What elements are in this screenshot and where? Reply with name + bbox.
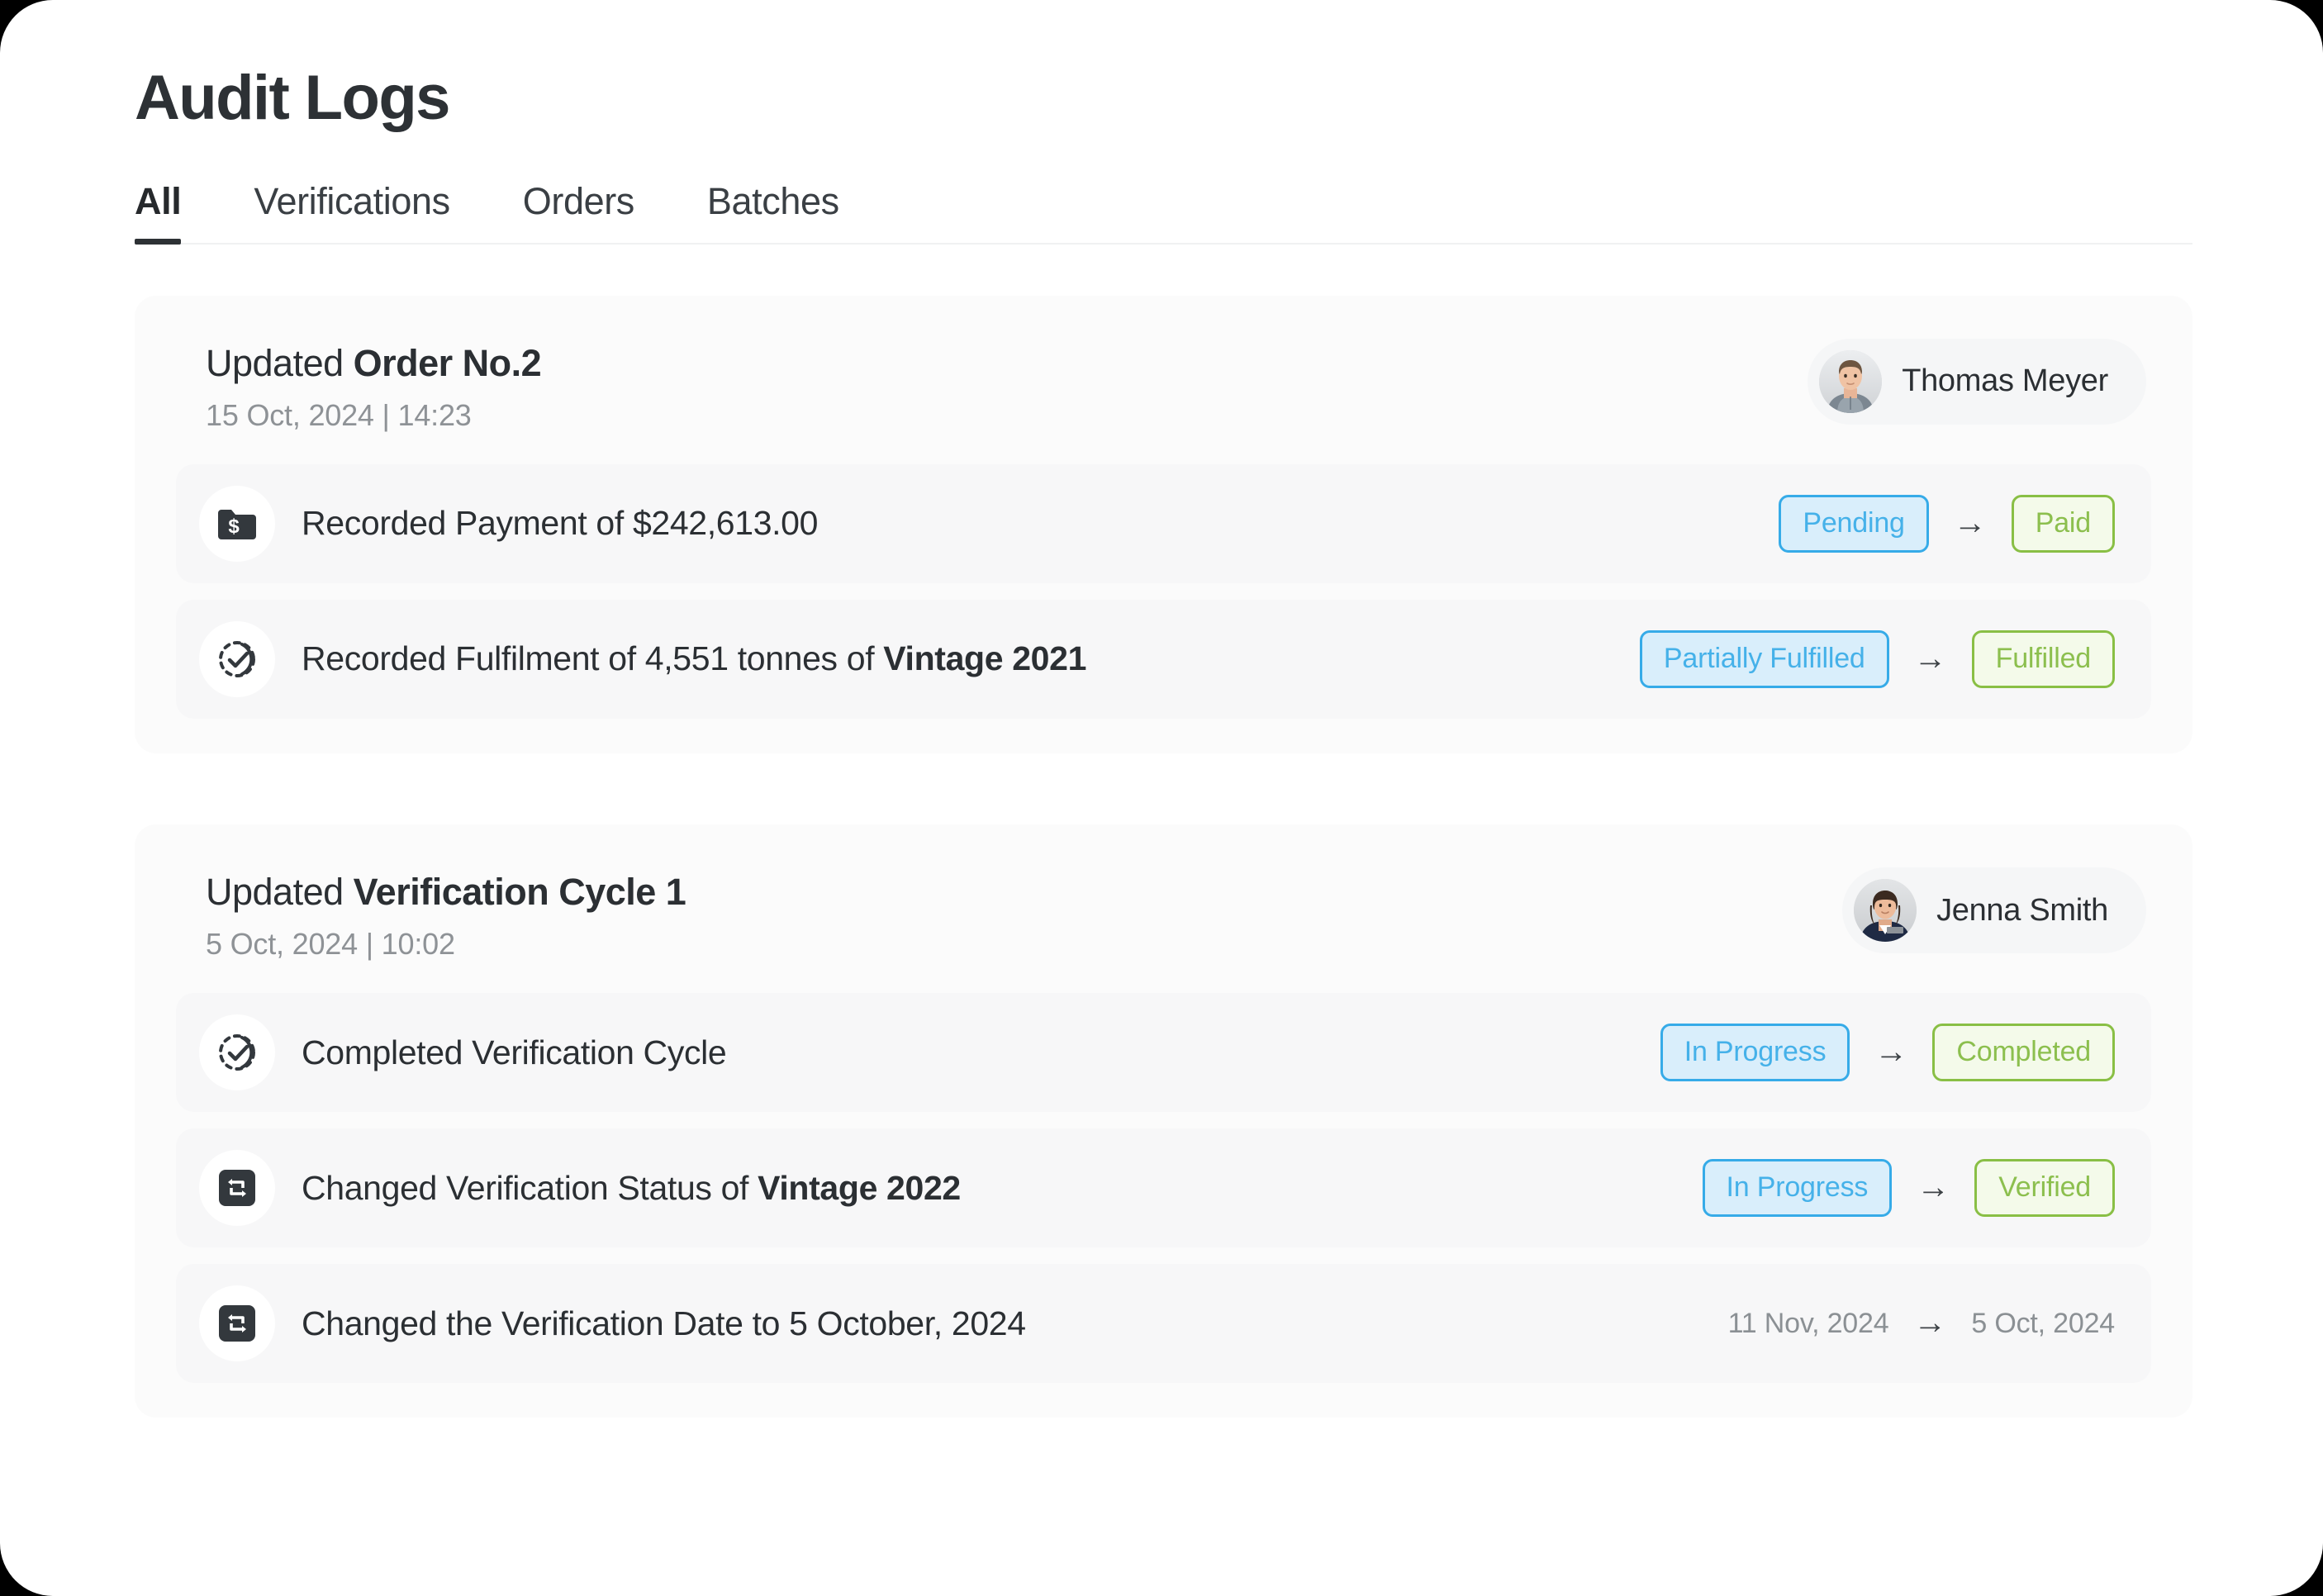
tab-bar: All Verifications Orders Batches [135,180,2192,245]
status-transition: Pending → Paid [1779,495,2115,553]
svg-text:$: $ [228,515,240,538]
tab-list: All Verifications Orders Batches [135,180,2192,245]
tab-orders[interactable]: Orders [523,180,635,245]
status-badge-from: In Progress [1660,1024,1850,1082]
status-transition: In Progress → Completed [1660,1024,2115,1082]
status-badge-to: Verified [1974,1159,2115,1218]
dashed-check-circle-icon [199,621,275,698]
card-header: Updated Verification Cycle 1 5 Oct, 2024… [176,867,2151,962]
date-value-from: 11 Nov, 2024 [1727,1307,1889,1339]
swap-arrows-icon [199,1285,275,1362]
status-badge-from: Partially Fulfilled [1639,630,1889,689]
activity-label-text: Recorded Fulfilment of 4,551 tonnes of [302,639,884,678]
card-title: Updated Verification Cycle 1 [206,869,686,915]
arrow-right-icon: → [1953,505,1987,542]
audit-log-list: Updated Order No.2 15 Oct, 2024 | 14:23 [135,295,2192,1418]
user-name: Thomas Meyer [1902,363,2108,399]
card-title-entity: Verification Cycle 1 [353,871,686,914]
status-badge-from: Pending [1779,495,1929,553]
activity-row-list: Completed Verification Cycle In Progress… [176,993,2151,1384]
activity-label: Recorded Payment of $242,613.00 [302,503,818,544]
audit-log-card: Updated Verification Cycle 1 5 Oct, 2024… [135,824,2192,1418]
card-title-prefix: Updated [206,871,354,914]
tab-all[interactable]: All [135,180,182,245]
activity-label: Changed the Verification Date to 5 Octob… [302,1304,1026,1344]
card-timestamp: 15 Oct, 2024 | 14:23 [206,398,472,433]
status-badge-from: In Progress [1702,1159,1893,1218]
app-window: Audit Logs All Verifications Orders Batc… [0,0,2323,1596]
tab-verifications[interactable]: Verifications [254,180,450,245]
card-header: Updated Order No.2 15 Oct, 2024 | 14:23 [176,338,2151,433]
card-title: Updated Order No.2 [206,340,542,387]
activity-row[interactable]: Recorded Fulfilment of 4,551 tonnes of V… [176,600,2151,720]
user-name: Jenna Smith [1936,892,2108,928]
dashed-check-circle-icon [199,1014,275,1091]
activity-label: Recorded Fulfilment of 4,551 tonnes of V… [302,639,1086,679]
user-chip[interactable]: Jenna Smith [1842,867,2146,954]
activity-label-text: Changed the Verification Date to 5 Octob… [302,1304,1026,1342]
date-value-to: 5 Oct, 2024 [1971,1307,2115,1339]
arrow-right-icon: → [1917,1169,1950,1206]
arrow-right-icon: → [1913,640,1947,677]
arrow-right-icon: → [1874,1033,1908,1071]
activity-row[interactable]: Changed the Verification Date to 5 Octob… [176,1264,2151,1384]
folder-dollar-icon: $ [199,486,275,563]
activity-label-text: Recorded Payment of $242,613.00 [302,504,819,543]
activity-label-entity: Vintage 2021 [883,639,1087,678]
activity-label: Completed Verification Cycle [302,1033,727,1073]
tab-batches[interactable]: Batches [707,180,839,245]
status-badge-to: Paid [2011,495,2115,553]
avatar [1819,349,1883,413]
activity-row[interactable]: Changed Verification Status of Vintage 2… [176,1128,2151,1248]
avatar [1854,879,1917,943]
audit-log-card: Updated Order No.2 15 Oct, 2024 | 14:23 [135,295,2192,754]
card-title-prefix: Updated [206,341,354,384]
swap-arrows-icon [199,1150,275,1227]
status-transition: In Progress → Verified [1702,1159,2115,1218]
activity-label-entity: Vintage 2022 [758,1168,961,1207]
user-chip[interactable]: Thomas Meyer [1808,338,2146,425]
arrow-right-icon: → [1913,1304,1947,1342]
page-content: Audit Logs All Verifications Orders Batc… [0,0,2323,1418]
status-transition: Partially Fulfilled → Fulfilled [1639,630,2115,689]
page-title: Audit Logs [135,63,450,133]
activity-row-list: $ Recorded Payment of $242,613.00 Pendin… [176,464,2151,720]
activity-label: Changed Verification Status of Vintage 2… [302,1168,961,1209]
card-header-text: Updated Order No.2 15 Oct, 2024 | 14:23 [206,339,542,433]
card-header-text: Updated Verification Cycle 1 5 Oct, 2024… [206,867,686,962]
status-badge-to: Completed [1932,1024,2115,1082]
card-timestamp: 5 Oct, 2024 | 10:02 [206,927,455,962]
status-transition: 11 Nov, 2024 → 5 Oct, 2024 [1727,1304,2116,1342]
activity-label-text: Changed Verification Status of [302,1168,758,1207]
activity-row[interactable]: $ Recorded Payment of $242,613.00 Pendin… [176,464,2151,584]
card-title-entity: Order No.2 [353,341,542,384]
activity-label-text: Completed Verification Cycle [302,1033,727,1071]
activity-row[interactable]: Completed Verification Cycle In Progress… [176,993,2151,1113]
status-badge-to: Fulfilled [1971,630,2115,689]
